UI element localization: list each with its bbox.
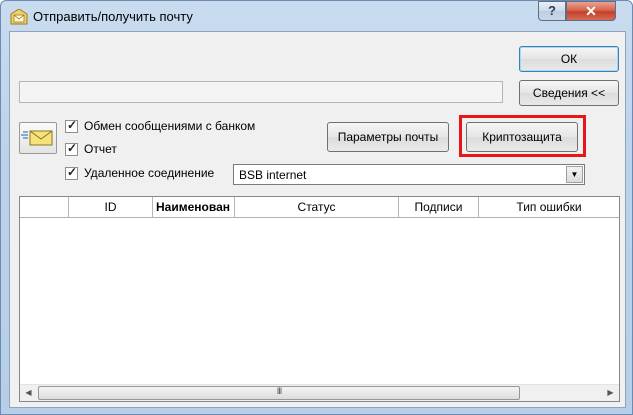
window-title: Отправить/получить почту: [33, 9, 193, 24]
column-header-name[interactable]: Наименован: [153, 197, 235, 218]
dialog-client-area: ОК Сведения << ✓ Обмен сообщениями с бан…: [9, 31, 626, 408]
scroll-right-icon[interactable]: ▶: [602, 385, 619, 401]
horizontal-scrollbar[interactable]: ◀ III ▶: [20, 384, 619, 401]
column-header-status[interactable]: Статус: [235, 197, 399, 218]
chevron-down-icon[interactable]: ▼: [566, 166, 583, 183]
help-button[interactable]: ?: [538, 1, 566, 21]
option-label: Обмен сообщениями с банком: [84, 119, 256, 133]
column-header-blank[interactable]: [20, 197, 69, 218]
help-icon: ?: [548, 3, 556, 18]
scroll-left-icon[interactable]: ◀: [20, 385, 37, 401]
status-field: [19, 81, 503, 103]
grip-icon: III: [276, 386, 283, 396]
option-label: Отчет: [84, 142, 117, 156]
close-button[interactable]: ✕: [566, 1, 616, 21]
checkbox[interactable]: ✓: [65, 118, 78, 133]
close-icon: ✕: [585, 3, 597, 19]
send-receive-mail-dialog: Отправить/получить почту ? ✕ ОК Сведения…: [0, 0, 633, 415]
connection-value: BSB internet: [239, 168, 307, 182]
column-header-signatures[interactable]: Подписи: [399, 197, 479, 218]
crypto-protection-button[interactable]: Криптозащита: [466, 122, 578, 152]
column-header-error-type[interactable]: Тип ошибки: [479, 197, 619, 218]
mail-button[interactable]: [19, 122, 57, 154]
scrollbar-thumb[interactable]: III: [38, 386, 520, 400]
check-mark-icon: ✓: [67, 141, 78, 155]
checkbox[interactable]: ✓: [65, 165, 78, 180]
envelope-icon: [21, 130, 53, 146]
check-mark-icon: ✓: [67, 165, 78, 179]
title-bar: Отправить/получить почту ? ✕: [1, 1, 632, 31]
checkbox[interactable]: ✓: [65, 141, 78, 156]
column-header-id[interactable]: ID: [69, 197, 153, 218]
mail-params-button[interactable]: Параметры почты: [327, 122, 449, 152]
ok-button[interactable]: ОК: [519, 46, 619, 72]
table-header: ID Наименован Статус Подписи Тип ошибки: [20, 197, 619, 218]
connection-select[interactable]: BSB internet ▼: [233, 164, 585, 185]
option-label: Удаленное соединение: [84, 166, 215, 180]
messages-table: ID Наименован Статус Подписи Тип ошибки …: [19, 196, 620, 402]
check-mark-icon: ✓: [67, 118, 78, 132]
details-button[interactable]: Сведения <<: [519, 80, 619, 106]
folder-mail-icon: [10, 9, 28, 25]
